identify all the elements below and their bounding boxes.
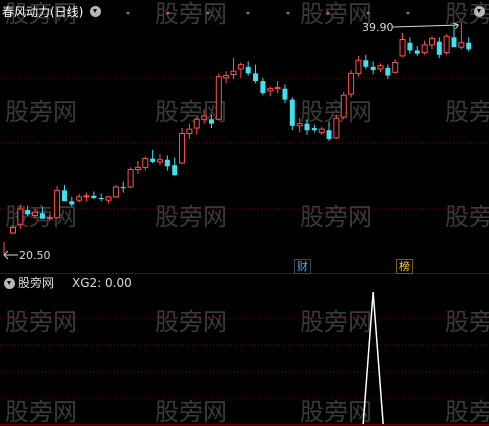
candle-body [186, 128, 193, 135]
candle-body [39, 213, 45, 219]
candle-body [274, 87, 281, 90]
candle-body [223, 75, 230, 79]
marker-dot [326, 11, 330, 15]
price-chart: 股旁网股旁网股旁网股旁网股旁网股旁网股旁网股旁网股旁网股旁网股旁网股旁网股旁网股… [0, 0, 489, 426]
high-price-label: 39.90 [362, 21, 394, 34]
candle-body [142, 158, 149, 168]
candle-body [443, 35, 450, 54]
candle-body [208, 119, 214, 124]
stock-title: 春风动力(日线) [2, 5, 84, 19]
sub-panel-title: 股旁网 [18, 276, 55, 290]
marker-dot [366, 11, 370, 15]
watermark-text: 股旁网 [300, 308, 372, 336]
watermark-text: 股旁网 [155, 0, 227, 28]
candle-body [392, 61, 399, 73]
candle-body [215, 76, 222, 120]
dropdown-circle-icon[interactable] [90, 6, 101, 17]
marker-dot [206, 11, 210, 15]
candle-body [230, 70, 237, 75]
watermark-text: 股旁网 [155, 308, 227, 336]
candle-body [134, 166, 141, 171]
candle-body [421, 44, 428, 54]
marker-dot [166, 11, 170, 15]
candle-body [105, 196, 112, 201]
candle-body [69, 201, 75, 205]
candle-body [377, 65, 384, 70]
sub-dropdown-circle-icon[interactable] [4, 278, 15, 289]
candle-body [414, 50, 420, 54]
candle-body [318, 128, 325, 133]
candle-body [17, 208, 24, 225]
candle-body [363, 60, 369, 67]
candle-body [267, 88, 274, 92]
candle-body [340, 94, 347, 118]
watermark-text: 股旁网 [300, 398, 372, 426]
candle-body [201, 115, 208, 120]
watermark-text: 股旁网 [445, 398, 489, 426]
candle-body [458, 42, 465, 48]
watermark-text: 股旁网 [155, 398, 227, 426]
candle-body [333, 117, 340, 139]
candle-body [120, 187, 126, 189]
candle-body [76, 196, 83, 201]
candle-body [245, 66, 251, 74]
candle-body [253, 73, 259, 82]
candle-body [91, 195, 97, 198]
candle-body [311, 128, 317, 131]
watermark-text: 股旁网 [5, 98, 77, 126]
candle-body [260, 81, 266, 94]
candle-body [193, 118, 200, 129]
marker-finance-badge[interactable]: 财 [294, 259, 311, 274]
watermark-text: 股旁网 [5, 308, 77, 336]
candle-body [282, 88, 288, 100]
marker-rank-badge[interactable]: 榜 [396, 259, 413, 274]
candle-body [348, 72, 355, 95]
candle-body [436, 41, 442, 55]
candle-body [451, 37, 457, 48]
candle-body [46, 217, 53, 220]
watermark-text: 股旁网 [300, 203, 372, 231]
settings-circle-icon[interactable] [474, 6, 485, 17]
candle-body [25, 210, 31, 215]
candle-body [326, 130, 332, 139]
candle-body [32, 211, 39, 216]
marker-dot [406, 11, 410, 15]
candle-body [385, 67, 391, 76]
candle-body [428, 37, 435, 46]
marker-dot [246, 11, 250, 15]
watermark-text: 股旁网 [5, 398, 77, 426]
candle-body [355, 59, 362, 74]
low-price-label: 20.50 [19, 249, 51, 262]
candle-body [61, 190, 67, 202]
candle-body [164, 159, 170, 167]
candle-body [157, 159, 163, 163]
candle-body [179, 133, 186, 164]
candle-body [237, 64, 244, 70]
candle-body [150, 158, 156, 162]
candle-body [112, 186, 119, 198]
candle-body [370, 66, 376, 71]
watermark-text: 股旁网 [155, 203, 227, 231]
candle-body [296, 123, 303, 127]
candle-body [289, 99, 295, 126]
candle-body [127, 169, 134, 188]
candle-body [54, 189, 61, 219]
watermark-text: 股旁网 [445, 308, 489, 336]
chart-window: 股旁网股旁网股旁网股旁网股旁网股旁网股旁网股旁网股旁网股旁网股旁网股旁网股旁网股… [0, 0, 489, 426]
candle-body [304, 123, 310, 131]
candle-body [399, 38, 406, 57]
candle-body [466, 42, 472, 50]
candle-body [83, 195, 90, 198]
candle-body [10, 227, 16, 234]
marker-dot [126, 11, 130, 15]
candle-body [172, 165, 178, 176]
candle-body [98, 197, 104, 200]
watermark-text: 股旁网 [445, 98, 489, 126]
indicator-readout: XG2: 0.00 [72, 276, 132, 290]
marker-dot [286, 11, 290, 15]
candle-body [407, 42, 413, 51]
watermark-text: 股旁网 [445, 203, 489, 231]
